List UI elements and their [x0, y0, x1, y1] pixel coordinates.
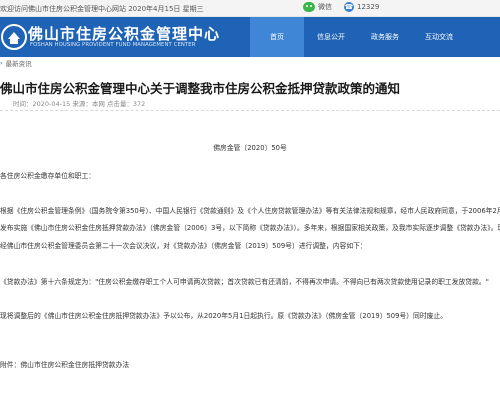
article-title: 佛山市住房公积金管理中心关于调整我市住房公积金抵押贷款政策的通知 — [0, 81, 401, 96]
document-number: 佛房金管〔2020〕50号 — [213, 144, 287, 152]
divider — [0, 110, 500, 111]
top-utility-bar: 欢迎访问佛山市住房公积金管理中心网站 2020年4月15日 星期三 微信 ☎ 1… — [0, 0, 500, 17]
article-paragraph: 经佛山市住房公积金管理委员会第二十一次会议决议，对《贷款办法》（佛房金管〔201… — [0, 242, 367, 250]
chevron-right-icon: › — [0, 59, 3, 67]
main-nav: 首页 信息公开 政务服务 互动交流 — [250, 17, 466, 57]
article-attachment-link[interactable]: 附件：佛山市住房公积金住房抵押贷款办法 — [0, 359, 129, 369]
site-subtitle: FOSHAN HOUSING PROVIDENT FUND MANAGEMENT… — [30, 42, 196, 48]
welcome-text: 欢迎访问佛山市住房公积金管理中心网站 2020年4月15日 星期三 — [0, 5, 204, 13]
article-meta: 时间：2020-04-15 来源：本网 点击量：372 — [13, 100, 146, 108]
wechat-icon — [303, 2, 315, 12]
hotline: ☎ 12329 — [344, 2, 379, 12]
site-title: 佛山市住房公积金管理中心 — [28, 25, 221, 43]
breadcrumb-latest-news[interactable]: 最新资讯 — [6, 58, 32, 68]
article-paragraph: 根据《住房公积金管理条例》（国务院令第350号）、中国人民银行《贷款通则》及《个… — [0, 207, 500, 215]
nav-info-disclosure[interactable]: 信息公开 — [304, 17, 358, 57]
nav-home[interactable]: 首页 — [250, 17, 304, 57]
wechat-label: 微信 — [318, 3, 332, 11]
site-header: 佛山市住房公积金管理中心 FOSHAN HOUSING PROVIDENT FU… — [0, 17, 500, 57]
article-paragraph: 各住房公积金缴存单位和职工： — [0, 172, 96, 180]
breadcrumb: › 最新资讯 — [0, 58, 32, 68]
nav-interaction[interactable]: 互动交流 — [412, 17, 466, 57]
phone-icon: ☎ — [344, 2, 354, 12]
article-paragraph: 现将调整后的《佛山市住房公积金住房抵押贷款办法》予以公布，从2020年5月1日起… — [0, 312, 448, 320]
hotline-number: 12329 — [357, 3, 380, 11]
nav-gov-services[interactable]: 政务服务 — [358, 17, 412, 57]
article-paragraph: 《贷款办法》第十六条规定为："住房公积金缴存职工个人可申请两次贷款；首次贷款已有… — [0, 278, 489, 286]
wechat-link[interactable]: 微信 — [303, 2, 332, 12]
article-paragraph: 发布实施《佛山市住房公积金住房抵押贷款办法》（佛房金管〔2006〕3号，以下简称… — [0, 224, 500, 232]
site-logo-icon[interactable] — [0, 22, 30, 52]
